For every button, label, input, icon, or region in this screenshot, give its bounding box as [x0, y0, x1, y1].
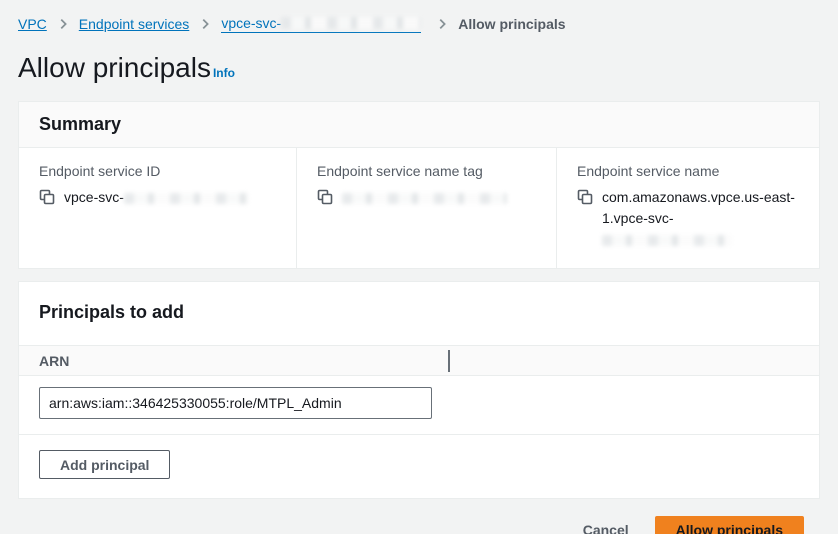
page-title-text: Allow principals — [18, 52, 211, 83]
page-root: VPC Endpoint services vpce-svc- Allow pr… — [0, 0, 838, 534]
copy-icon[interactable] — [317, 189, 333, 205]
summary-field-endpoint-service-name-tag: Endpoint service name tag — [296, 148, 556, 268]
column-resize-handle[interactable] — [448, 350, 450, 372]
redacted-text — [342, 193, 507, 204]
allow-principals-button[interactable]: Allow principals — [655, 516, 804, 534]
field-value: com.amazonaws.vpce.us-east-1.vpce-svc- — [577, 187, 799, 250]
arn-column-header: ARN — [39, 353, 448, 369]
arn-input-row — [19, 376, 819, 434]
principals-table-header: ARN — [19, 345, 819, 376]
breadcrumb-chevron-icon — [56, 17, 70, 31]
breadcrumb-service-id-label[interactable]: vpce-svc- — [221, 14, 281, 32]
breadcrumb-item-current: Allow principals — [458, 15, 565, 33]
breadcrumb-item-vpc[interactable]: VPC — [18, 15, 47, 33]
arn-input[interactable] — [39, 387, 432, 419]
breadcrumb-item-endpoint-services[interactable]: Endpoint services — [79, 15, 190, 33]
field-label: Endpoint service name tag — [317, 163, 536, 179]
copy-icon[interactable] — [577, 189, 593, 205]
breadcrumb-item-service-id[interactable]: vpce-svc- — [221, 14, 421, 33]
field-value-text — [342, 187, 507, 208]
page-title: Allow principalsInfo — [18, 52, 820, 84]
redacted-text — [281, 17, 421, 29]
footer-actions: Cancel Allow principals — [18, 516, 820, 534]
redacted-text — [124, 193, 249, 204]
field-value-text: com.amazonaws.vpce.us-east-1.vpce-svc- — [602, 187, 799, 250]
field-value — [317, 187, 536, 208]
summary-card: Summary Endpoint service ID vpce-svc- En… — [18, 101, 820, 269]
principals-card-header: Principals to add — [19, 282, 819, 345]
copy-icon[interactable] — [39, 189, 55, 205]
breadcrumb: VPC Endpoint services vpce-svc- Allow pr… — [18, 14, 820, 33]
field-value-text: vpce-svc- — [64, 187, 249, 208]
info-link[interactable]: Info — [213, 66, 235, 80]
value-prefix: vpce-svc- — [64, 189, 124, 205]
principals-card: Principals to add ARN Add principal — [18, 281, 820, 499]
summary-field-endpoint-service-id: Endpoint service ID vpce-svc- — [19, 148, 296, 268]
cancel-button[interactable]: Cancel — [583, 522, 629, 534]
summary-heading: Summary — [39, 114, 799, 135]
field-label: Endpoint service ID — [39, 163, 276, 179]
field-label: Endpoint service name — [577, 163, 799, 179]
breadcrumb-chevron-icon — [435, 17, 449, 31]
add-principal-row: Add principal — [19, 435, 819, 498]
add-principal-button[interactable]: Add principal — [39, 450, 170, 479]
summary-field-endpoint-service-name: Endpoint service name com.amazonaws.vpce… — [556, 148, 819, 268]
value-prefix: com.amazonaws.vpce.us-east-1.vpce-svc- — [602, 189, 795, 226]
summary-grid: Endpoint service ID vpce-svc- Endpoint s… — [19, 148, 819, 268]
field-value: vpce-svc- — [39, 187, 276, 208]
redacted-text — [602, 235, 732, 246]
breadcrumb-chevron-icon — [198, 17, 212, 31]
principals-heading: Principals to add — [39, 302, 799, 323]
summary-card-header: Summary — [19, 102, 819, 148]
